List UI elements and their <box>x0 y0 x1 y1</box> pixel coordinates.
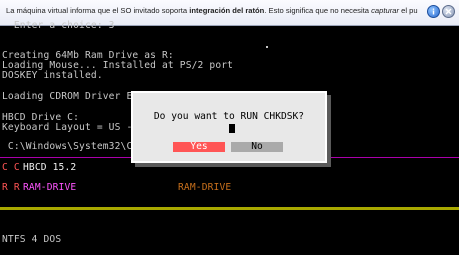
drive-r-label: RAM-DRIVE <box>23 182 77 193</box>
mouse-integration-message: La máquina virtual informa que el SO inv… <box>6 6 418 16</box>
notice-text-part: el puntero del <box>401 6 418 15</box>
drive-c-label: HBCD 15.2 <box>23 162 77 173</box>
text-cursor <box>229 124 235 133</box>
chkdsk-dialog: Do you want to RUN CHKDSK? Yes No <box>131 91 327 163</box>
filesystem-label: NTFS 4 DOS <box>2 234 62 245</box>
drive-r-label-secondary: RAM-DRIVE <box>178 182 232 193</box>
console-prompt: C:\Windows\System32\Co <box>2 141 139 152</box>
dialog-question: Do you want to RUN CHKDSK? <box>153 111 305 122</box>
console-line: Loading CDROM Driver E0 <box>2 91 139 102</box>
console-line: Keyboard Layout = US - <box>2 122 133 133</box>
info-icon[interactable] <box>427 5 440 18</box>
close-icon[interactable] <box>442 5 455 18</box>
yes-button[interactable]: Yes <box>173 142 225 152</box>
drive-r-letters: R R <box>2 182 20 193</box>
notice-text-part: La máquina virtual informa que el SO inv… <box>6 6 190 15</box>
notice-text-part: . Esto significa que no necesita <box>264 6 372 15</box>
drive-c-letters: C C <box>2 162 20 173</box>
stray-pixel <box>266 46 268 48</box>
console-line: DOSKEY installed. <box>2 70 103 81</box>
console-line: Enter a choice: 3 <box>2 20 115 31</box>
notice-text-italic: capturar <box>371 6 399 15</box>
no-button[interactable]: No <box>231 142 283 152</box>
notice-text-bold: integración del ratón <box>189 6 265 15</box>
divider <box>0 207 459 210</box>
